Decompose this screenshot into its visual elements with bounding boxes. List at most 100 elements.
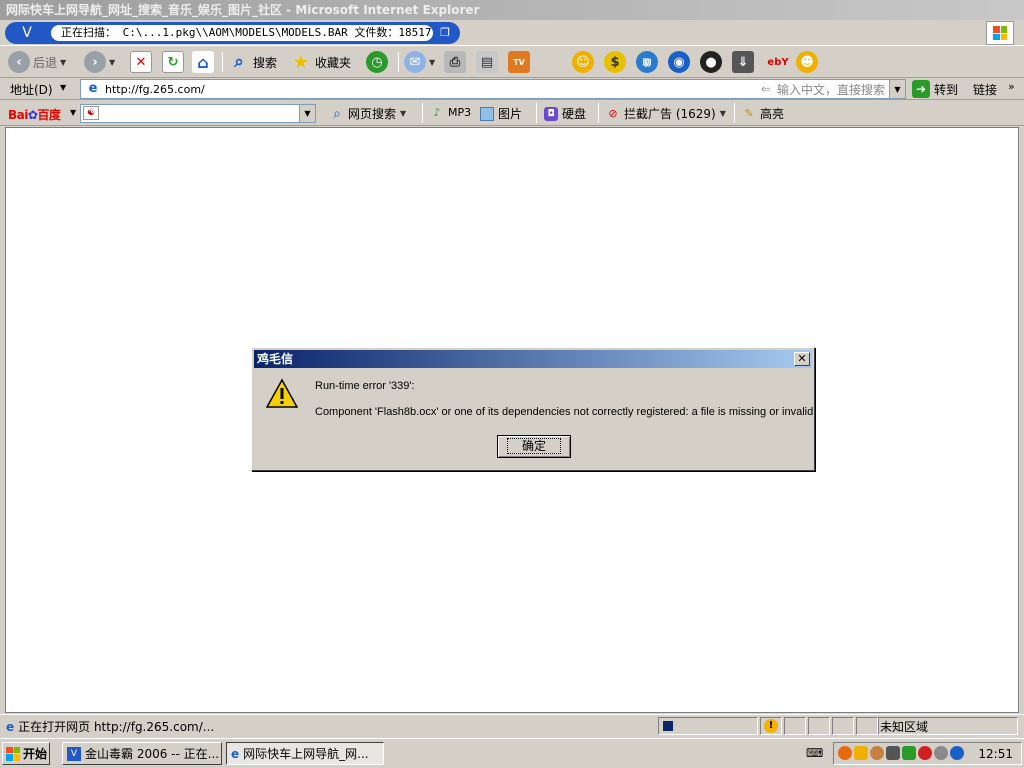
baidu-menu-dropdown-icon[interactable]: ▼ — [70, 108, 76, 117]
mail-icon: ✉ — [404, 51, 426, 73]
block-icon: ⊘ — [608, 107, 618, 120]
go-arrow-icon: ➜ — [912, 80, 930, 98]
warning-icon: ! — [764, 719, 778, 733]
web-search-button[interactable]: ⌕ 网页搜索 ▼ — [330, 105, 406, 122]
tv-icon: TV — [508, 51, 530, 73]
status-warning-cell[interactable]: ! — [760, 717, 782, 735]
tray-search-icon[interactable] — [934, 746, 948, 760]
chat-button[interactable]: 聊 — [636, 49, 658, 75]
money-button[interactable]: $ — [604, 49, 626, 75]
ok-button[interactable]: 确定 — [497, 435, 571, 458]
system-tray: 12:51 — [833, 742, 1022, 765]
stop-button[interactable]: ✕ — [130, 49, 152, 75]
tray-messenger-icon[interactable] — [854, 746, 868, 760]
tray-firefox-icon[interactable] — [838, 746, 852, 760]
home-button[interactable]: ⌂ — [192, 49, 214, 75]
tray-globe-icon[interactable] — [950, 746, 964, 760]
mp3-button[interactable]: ♪ MP3 — [430, 105, 471, 119]
favorites-button[interactable]: ★ 收藏夹 — [290, 49, 351, 75]
baidu-logo[interactable]: Bai✿百度 — [8, 106, 61, 123]
baidu-search-input[interactable]: ☯ ▼ — [80, 104, 316, 123]
antivirus-scan-bar[interactable]: ᐯ 正在扫描： C:\...1.pkg\\AOM\MODELS\MODELS.B… — [5, 22, 460, 44]
home-icon: ⌂ — [192, 51, 214, 73]
go-button[interactable]: ➜ 转到 — [912, 80, 958, 98]
address-url: http://fg.265.com/ — [105, 82, 205, 96]
status-cell — [808, 717, 830, 735]
refresh-icon: ↻ — [162, 51, 184, 73]
standard-toolbar: ‹ 后退 ▼ › ▼ ✕ ↻ ⌂ ⌕ 搜索 ★ 收藏夹 ◷ ✉ ▼ ⎙ ▤ TV… — [0, 46, 1024, 78]
tray-shield-icon[interactable] — [918, 746, 932, 760]
ebay-button[interactable]: ebY — [764, 49, 792, 75]
links-button[interactable]: 链接 — [973, 81, 997, 98]
dialog-close-button[interactable]: ✕ — [794, 352, 810, 366]
taskbar-item-ie[interactable]: e 网际快车上网导航_网... — [226, 742, 384, 765]
address-search-hint: 输入中文，直接搜索 — [776, 82, 885, 97]
korean-flag-icon: ☯ — [83, 106, 99, 120]
disk-button[interactable]: ◘ 硬盘 — [544, 105, 586, 122]
star-icon: ★ — [292, 51, 310, 73]
status-cell — [784, 717, 806, 735]
keyboard-icon[interactable]: ⌨ — [806, 746, 823, 760]
window-title-bar[interactable]: 网际快车上网导航_网址_搜索_音乐_娱乐_图片_社区 - Microsoft I… — [0, 0, 1024, 20]
restore-icon[interactable]: ❐ — [437, 25, 453, 41]
download-icon: ⇓ — [732, 51, 754, 73]
address-dropdown-button[interactable]: ▼ — [889, 80, 905, 98]
ebay-icon: ebY — [767, 56, 789, 68]
taskbar-item-antivirus[interactable]: ᐯ 金山毒霸 2006 -- 正在... — [62, 742, 222, 765]
ie-page-icon: e — [88, 81, 98, 96]
print-button[interactable]: ⎙ — [444, 49, 466, 75]
block-ads-button[interactable]: ⊘ 拦截广告 (1629) ▼ — [606, 105, 726, 122]
history-icon: ◷ — [366, 51, 388, 73]
edit-button[interactable]: ▤ — [476, 49, 498, 75]
globe-icon: ◉ — [668, 51, 690, 73]
web-search-dropdown-icon[interactable]: ▼ — [400, 109, 406, 118]
status-cell — [832, 717, 854, 735]
messenger-button[interactable]: ☺ — [572, 49, 594, 75]
emoticon-button[interactable]: ☻ — [796, 49, 818, 75]
mail-dropdown-icon[interactable]: ▼ — [429, 58, 435, 67]
baidu-logo-latin: Bai — [8, 108, 28, 122]
tv-button[interactable]: TV — [508, 49, 530, 75]
scan-status: 正在扫描： C:\...1.pkg\\AOM\MODELS\MODELS.BAR… — [51, 25, 433, 41]
web-search-label: 网页搜索 — [348, 107, 397, 121]
back-dropdown-icon[interactable]: ▼ — [60, 58, 66, 67]
address-input[interactable]: e http://fg.265.com/ ⇐ 输入中文，直接搜索 ▼ — [80, 79, 906, 99]
forward-dropdown-icon[interactable]: ▼ — [109, 58, 115, 67]
antivirus-logo-icon: ᐯ — [22, 25, 32, 41]
highlight-button[interactable]: ✎ 高亮 — [742, 105, 784, 122]
wink-icon: ☻ — [796, 51, 818, 73]
antivirus-icon: ᐯ — [67, 746, 81, 761]
menu-bar: ᐯ 正在扫描： C:\...1.pkg\\AOM\MODELS\MODELS.B… — [0, 20, 1024, 46]
mail-button[interactable]: ✉ ▼ — [404, 49, 435, 75]
search-button[interactable]: ⌕ 搜索 — [228, 49, 277, 75]
ok-label: 确定 — [506, 438, 561, 454]
forward-button[interactable]: › ▼ — [84, 49, 115, 75]
back-arrow-icon: ‹ — [8, 51, 30, 73]
clock: 12:51 — [978, 747, 1013, 761]
start-button[interactable]: 开始 — [2, 742, 50, 765]
stop-icon: ✕ — [130, 51, 152, 73]
error-message-title: Run-time error '339': — [315, 380, 415, 392]
search-label: 搜索 — [253, 55, 278, 70]
baidu-logo-chinese: 百度 — [37, 108, 61, 122]
taskbar-item-label: 网际快车上网导航_网... — [243, 747, 369, 761]
baidu-search-dropdown-button[interactable]: ▼ — [299, 105, 315, 122]
images-button[interactable]: 图片 — [480, 105, 522, 122]
penguin-icon: ● — [700, 51, 722, 73]
tray-monkey-icon[interactable] — [870, 746, 884, 760]
dialog-title-bar[interactable]: 鸡毛信 ✕ — [254, 350, 812, 368]
forward-arrow-icon: › — [84, 51, 106, 73]
back-button[interactable]: ‹ 后退 ▼ — [8, 49, 66, 75]
address-label-dropdown-icon[interactable]: ▼ — [60, 83, 66, 92]
baidu-toolbar: Bai✿百度 ▼ ☯ ▼ ⌕ 网页搜索 ▼ ♪ MP3 图片 ◘ 硬盘 ⊘ 拦截… — [0, 100, 1024, 126]
chevron-right-icon[interactable]: » — [1008, 80, 1015, 93]
refresh-button[interactable]: ↻ — [162, 49, 184, 75]
qq-button[interactable]: ● — [700, 49, 722, 75]
globe-button[interactable]: ◉ — [668, 49, 690, 75]
status-text: 正在打开网页 http://fg.265.com/... — [18, 720, 215, 734]
block-ads-dropdown-icon[interactable]: ▼ — [720, 109, 726, 118]
tray-network-icon[interactable] — [886, 746, 900, 760]
download-button[interactable]: ⇓ — [732, 49, 754, 75]
tray-green-icon[interactable] — [902, 746, 916, 760]
history-button[interactable]: ◷ — [366, 49, 388, 75]
